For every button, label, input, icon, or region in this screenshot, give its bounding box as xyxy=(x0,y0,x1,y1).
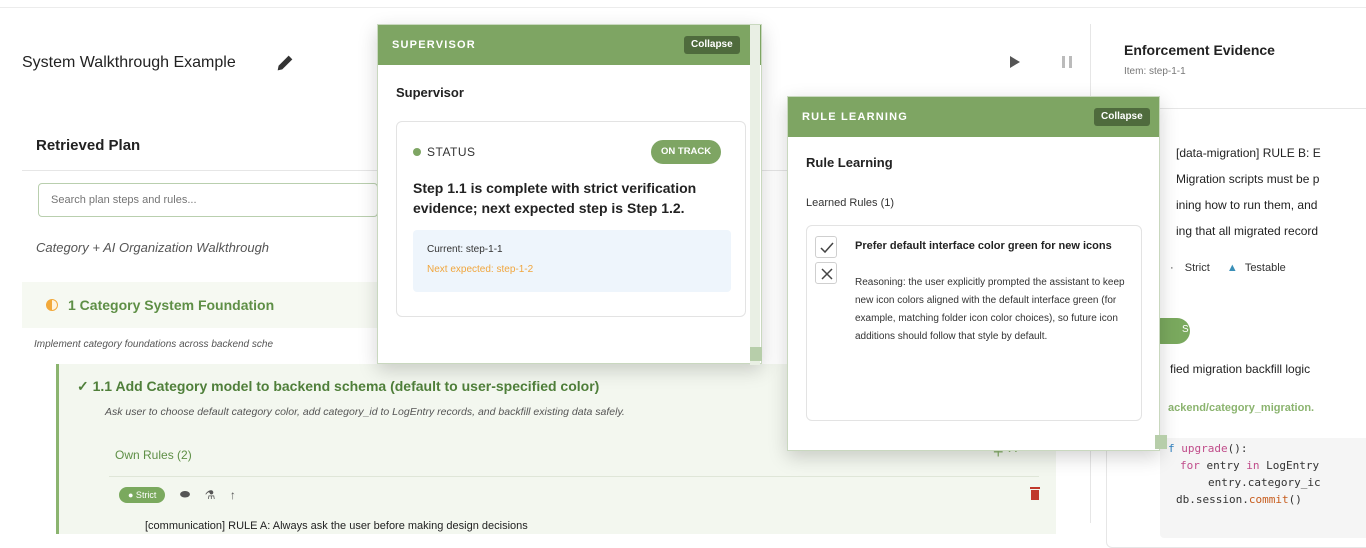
supervisor-header[interactable]: SUPERVISOR Collapse xyxy=(378,25,761,65)
evidence-line: Migration scripts must be p xyxy=(1176,172,1320,186)
rule-learning-title: Rule Learning xyxy=(806,155,893,170)
top-border xyxy=(0,0,1366,8)
retrieved-plan-heading: Retrieved Plan xyxy=(36,137,141,154)
code-token: () xyxy=(1288,493,1302,506)
evidence-line: ing that all migrated record xyxy=(1176,224,1319,238)
learned-rules-label: Learned Rules (1) xyxy=(806,197,895,209)
page-title: System Walkthrough Example xyxy=(22,54,236,71)
code-block: f upgrade(): for entry in LogEntry entry… xyxy=(1160,438,1366,538)
rule-row: ● Strict ⬬ ⚗ ↑ xyxy=(119,486,236,506)
learned-rule-card: Prefer default interface color green for… xyxy=(806,225,1142,421)
step-title: ✓ 1.1 Add Category model to backend sche… xyxy=(77,378,600,394)
code-token: entry xyxy=(1199,459,1247,472)
checkmark-icon xyxy=(820,242,834,254)
status-box: STATUS ON TRACK Step 1.1 is complete wit… xyxy=(396,121,746,317)
code-token: upgrade xyxy=(1181,442,1228,455)
reject-button[interactable] xyxy=(815,262,837,284)
evidence-pill-text: S xyxy=(1182,324,1189,335)
supervisor-header-label: SUPERVISOR xyxy=(392,39,476,51)
rule-text: [communication] RULE A: Always ask the u… xyxy=(145,520,528,532)
half-circle-status-icon xyxy=(46,299,58,311)
pencil-edit-icon[interactable] xyxy=(274,52,296,74)
rule-learning-collapse-button[interactable]: Collapse xyxy=(1094,108,1150,126)
evidence-line: [data-migration] RULE B: E xyxy=(1176,146,1321,160)
code-token: commit xyxy=(1248,493,1289,506)
status-label: STATUS xyxy=(427,145,476,159)
scrollbar-thumb[interactable] xyxy=(750,347,762,361)
code-token: (): xyxy=(1227,442,1248,455)
code-token: f xyxy=(1168,442,1182,455)
flask-icon: ▲ xyxy=(1226,262,1238,274)
rule-learning-panel: RULE LEARNING Collapse Rule Learning Lea… xyxy=(787,96,1167,451)
scrollbar-track[interactable] xyxy=(750,25,760,365)
plan-subtitle: Category + AI Organization Walkthrough xyxy=(36,240,270,255)
status-dot-icon xyxy=(413,148,421,156)
strict-badge[interactable]: ● Strict xyxy=(119,486,166,503)
next-expected-step: Next expected: step-1-2 xyxy=(427,264,534,275)
play-icon[interactable] xyxy=(1008,54,1022,70)
dot-icon: · xyxy=(1170,262,1174,274)
code-token: db.session. xyxy=(1176,493,1249,506)
code-token: for xyxy=(1180,459,1200,472)
evidence-file-path[interactable]: ackend/category_migration. xyxy=(1168,402,1314,414)
own-rules-label[interactable]: Own Rules (2) xyxy=(115,448,192,462)
flask-icon[interactable]: ⚗ xyxy=(205,488,216,502)
code-line: db.session.commit() xyxy=(1176,493,1302,506)
plan-search-input[interactable] xyxy=(38,183,378,217)
category-description: Implement category foundations across ba… xyxy=(34,339,274,350)
accept-button[interactable] xyxy=(815,236,837,258)
pause-icon[interactable] xyxy=(1060,54,1074,70)
supervisor-title: Supervisor xyxy=(396,85,464,100)
rule-learning-header-label: RULE LEARNING xyxy=(802,111,909,123)
scrollbar-thumb[interactable] xyxy=(1155,435,1167,449)
trash-icon[interactable] xyxy=(1029,486,1041,500)
learned-rule-reasoning: Reasoning: the user explicitly prompted … xyxy=(855,277,1125,342)
supervisor-collapse-button[interactable]: Collapse xyxy=(684,36,740,54)
code-line: for entry in LogEntry xyxy=(1180,459,1319,472)
supervisor-panel: SUPERVISOR Collapse Supervisor STATUS ON… xyxy=(377,24,762,365)
current-step: Current: step-1-1 xyxy=(427,244,503,255)
x-icon xyxy=(821,268,833,280)
evidence-tag-testable: Testable xyxy=(1244,262,1286,274)
toggle-icon[interactable]: ⬬ xyxy=(180,487,190,502)
category-title: 1 Category System Foundation xyxy=(68,297,275,313)
learned-rule-title: Prefer default interface color green for… xyxy=(855,240,1112,252)
evidence-verified-text: fied migration backfill logic xyxy=(1170,362,1311,376)
evidence-item: Item: step-1-1 xyxy=(1124,66,1186,77)
arrow-up-icon[interactable]: ↑ xyxy=(230,488,236,502)
code-line: f upgrade(): xyxy=(1168,442,1247,455)
code-line: entry.category_ic xyxy=(1208,476,1321,489)
current-step-box: Current: step-1-1 Next expected: step-1-… xyxy=(413,230,731,292)
status-message: Step 1.1 is complete with strict verific… xyxy=(413,180,697,216)
category-row[interactable]: 1 Category System Foundation xyxy=(22,282,382,328)
own-rules-separator xyxy=(109,476,1039,477)
step-description: Ask user to choose default category colo… xyxy=(105,406,625,418)
evidence-tags: · Strict ▲ Testable xyxy=(1170,262,1286,274)
code-token: LogEntry xyxy=(1259,459,1320,472)
on-track-badge: ON TRACK xyxy=(651,140,722,164)
rule-learning-header[interactable]: RULE LEARNING Collapse xyxy=(788,97,1159,137)
evidence-title: Enforcement Evidence xyxy=(1124,42,1275,58)
code-token: in xyxy=(1246,459,1260,472)
evidence-tag-strict: Strict xyxy=(1184,262,1210,274)
evidence-line: ining how to run them, and xyxy=(1176,198,1318,212)
